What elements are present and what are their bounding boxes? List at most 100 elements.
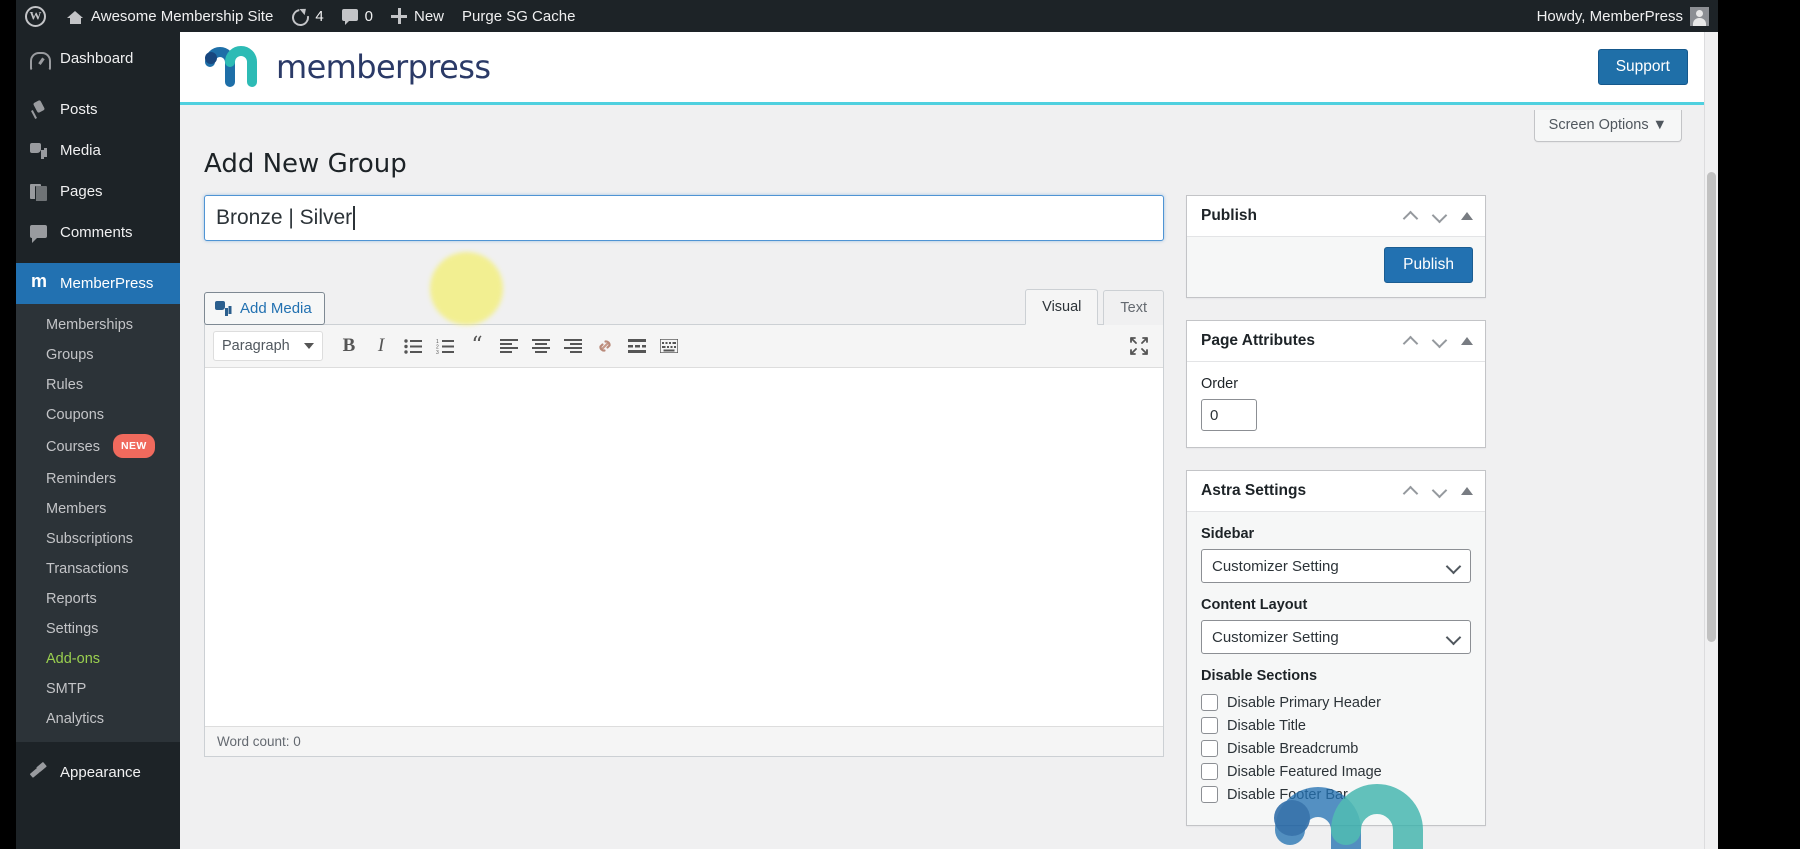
- submenu-item-add-ons[interactable]: Add-ons: [16, 644, 180, 674]
- metabox-controls: [1403, 484, 1473, 499]
- italic-button[interactable]: I: [365, 331, 397, 361]
- new-badge: NEW: [113, 434, 155, 458]
- submenu-label: Groups: [46, 347, 94, 363]
- submenu-label: Transactions: [46, 561, 129, 577]
- move-down-icon[interactable]: [1432, 334, 1447, 349]
- checkbox-disable-footer-bar[interactable]: [1201, 786, 1218, 803]
- refresh-icon: [291, 8, 308, 25]
- collapse-toggle-icon[interactable]: [1461, 212, 1473, 220]
- submenu-item-groups[interactable]: Groups: [16, 340, 180, 370]
- blockquote-button[interactable]: “: [461, 331, 493, 361]
- checkbox-label: Disable Primary Header: [1227, 694, 1381, 711]
- move-down-icon[interactable]: [1432, 484, 1447, 499]
- move-up-icon[interactable]: [1403, 484, 1418, 499]
- align-center-icon: [532, 339, 550, 353]
- submenu-item-smtp[interactable]: SMTP: [16, 674, 180, 704]
- astra-sidebar-select[interactable]: Customizer Setting: [1201, 549, 1471, 583]
- memberpress-wordmark: memberpress: [276, 48, 491, 86]
- site-name-menu[interactable]: Awesome Membership Site: [58, 0, 282, 32]
- order-input[interactable]: [1201, 399, 1257, 431]
- submenu-label: SMTP: [46, 681, 87, 697]
- publish-metabox-title: Publish: [1201, 207, 1257, 224]
- wp-logo-menu[interactable]: [16, 0, 58, 32]
- sidebar-label-posts: Posts: [60, 101, 98, 118]
- move-up-icon[interactable]: [1403, 334, 1418, 349]
- align-left-button[interactable]: [493, 331, 525, 361]
- sidebar-item-memberpress[interactable]: MemberPress: [16, 263, 180, 304]
- submenu-item-settings[interactable]: Settings: [16, 614, 180, 644]
- chevron-down-icon: [304, 343, 314, 349]
- numbered-list-icon: 1 2 3: [436, 339, 454, 354]
- move-down-icon[interactable]: [1432, 209, 1447, 224]
- read-more-button[interactable]: [621, 331, 653, 361]
- sidebar-item-dashboard[interactable]: Dashboard: [16, 38, 180, 79]
- astra-content-layout-select[interactable]: Customizer Setting: [1201, 620, 1471, 654]
- submenu-item-courses[interactable]: Courses NEW: [16, 430, 180, 464]
- submenu-item-members[interactable]: Members: [16, 494, 180, 524]
- add-media-label: Add Media: [240, 300, 312, 317]
- screen-meta-row: Screen Options ▼: [180, 105, 1718, 145]
- sidebar-item-pages[interactable]: Pages: [16, 171, 180, 212]
- disable-sections-label: Disable Sections: [1201, 668, 1318, 684]
- checkbox-disable-breadcrumb[interactable]: [1201, 740, 1218, 757]
- site-name-label: Awesome Membership Site: [91, 7, 274, 25]
- sidebar-item-posts[interactable]: Posts: [16, 89, 180, 130]
- checkbox-row-disable-breadcrumb: Disable Breadcrumb: [1201, 740, 1471, 757]
- word-count-label: Word count: 0: [217, 734, 301, 749]
- submenu-label: Reports: [46, 591, 97, 607]
- submenu-item-analytics[interactable]: Analytics: [16, 704, 180, 734]
- sidebar-item-comments[interactable]: Comments: [16, 212, 180, 253]
- checkbox-disable-featured-image[interactable]: [1201, 763, 1218, 780]
- scrollbar-thumb[interactable]: [1707, 172, 1716, 642]
- submenu-item-transactions[interactable]: Transactions: [16, 554, 180, 584]
- move-up-icon[interactable]: [1403, 209, 1418, 224]
- add-media-button[interactable]: Add Media: [204, 292, 325, 325]
- editor-mode-tabs: Visual Text: [1020, 289, 1164, 325]
- purge-sg-cache-menu[interactable]: Purge SG Cache: [453, 0, 584, 32]
- collapse-toggle-icon[interactable]: [1461, 337, 1473, 345]
- user-avatar-icon: [1690, 6, 1709, 26]
- bulleted-list-button[interactable]: [397, 331, 429, 361]
- submenu-item-reports[interactable]: Reports: [16, 584, 180, 614]
- bold-button[interactable]: B: [333, 331, 365, 361]
- screen-options-tab[interactable]: Screen Options ▼: [1533, 110, 1682, 142]
- admin-sidebar-menu: Dashboard Posts Media Pages Comments m M…: [16, 32, 180, 849]
- align-right-button[interactable]: [557, 331, 589, 361]
- my-account-menu[interactable]: Howdy, MemberPress: [1528, 0, 1718, 32]
- sidebar-item-appearance[interactable]: Appearance: [16, 752, 180, 793]
- publish-metabox: Publish Publish: [1186, 195, 1486, 298]
- main-column: Bronze | Silver Add Media Visual Text Pa…: [204, 195, 1164, 757]
- collapse-toggle-icon[interactable]: [1461, 487, 1473, 495]
- post-title-input[interactable]: Bronze | Silver: [204, 195, 1164, 241]
- comments-menu[interactable]: 0: [333, 0, 382, 32]
- paragraph-format-select[interactable]: Paragraph: [213, 331, 323, 361]
- sidebar-item-media[interactable]: Media: [16, 130, 180, 171]
- editor-content-area[interactable]: [205, 368, 1163, 726]
- submenu-item-rules[interactable]: Rules: [16, 370, 180, 400]
- updates-menu[interactable]: 4: [282, 0, 332, 32]
- new-content-menu[interactable]: New: [382, 0, 453, 32]
- fullscreen-toggle-button[interactable]: [1123, 331, 1155, 361]
- submenu-item-subscriptions[interactable]: Subscriptions: [16, 524, 180, 554]
- support-button[interactable]: Support: [1597, 48, 1688, 86]
- sidebar-label-dashboard: Dashboard: [60, 50, 134, 67]
- submenu-label: Coupons: [46, 407, 105, 423]
- submenu-item-memberships[interactable]: Memberships: [16, 310, 180, 340]
- sidebar-label-memberpress: MemberPress: [60, 275, 154, 292]
- checkbox-disable-primary-header[interactable]: [1201, 694, 1218, 711]
- tab-text[interactable]: Text: [1103, 290, 1164, 325]
- sidebar-divider: [16, 742, 180, 752]
- toolbar-toggle-button[interactable]: [653, 331, 685, 361]
- submenu-label: Add-ons: [46, 651, 101, 667]
- insert-link-button[interactable]: [589, 331, 621, 361]
- pin-icon: [29, 100, 49, 120]
- tab-visual[interactable]: Visual: [1025, 289, 1099, 325]
- publish-button[interactable]: Publish: [1384, 247, 1473, 283]
- checkbox-disable-title[interactable]: [1201, 717, 1218, 734]
- submenu-item-coupons[interactable]: Coupons: [16, 400, 180, 430]
- link-chain-icon: [599, 340, 611, 352]
- numbered-list-button[interactable]: 1 2 3: [429, 331, 461, 361]
- page-scrollbar[interactable]: [1704, 32, 1718, 849]
- submenu-item-reminders[interactable]: Reminders: [16, 464, 180, 494]
- align-center-button[interactable]: [525, 331, 557, 361]
